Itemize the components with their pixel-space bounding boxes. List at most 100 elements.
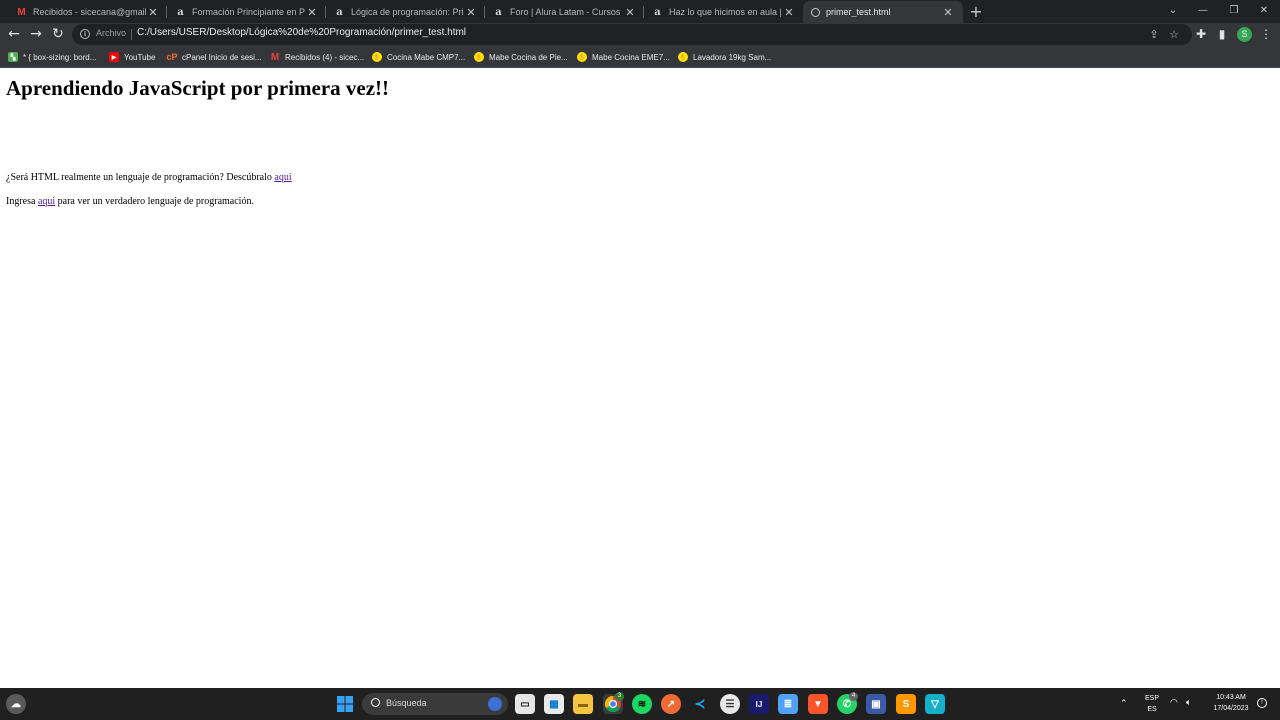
task-view-icon[interactable]: ▭ [515,694,535,714]
forward-icon[interactable]: → [26,25,46,44]
reload-icon[interactable]: ↻ [48,25,68,44]
chrome-badge: 3 [615,692,624,701]
bookmark-gmail[interactable]: M Recibidos (4) - sicec... [270,50,364,64]
page-title: Aprendiendo JavaScript por primera vez!! [6,76,390,100]
url-text[interactable]: C:/Users/USER/Desktop/Lógica%20de%20Prog… [137,27,466,38]
paragraph-text: Ingresa [6,196,38,207]
intellij-icon[interactable]: IJ [749,694,769,714]
tab-title: Recibidos - sicecana@gmail.com [33,7,146,17]
notifications-icon[interactable]: ! [1257,698,1267,708]
mercadolibre-icon: ✋ [474,52,484,62]
paragraph-text: para ver un verdadero lenguaje de progra… [55,196,254,207]
tab-logica[interactable]: a Lógica de programación: Primeros pasos… [326,1,486,23]
search-placeholder: Búsqueda [386,698,427,708]
spotify-icon[interactable]: ≋ [632,694,652,714]
store-icon[interactable]: ▦ [544,694,564,714]
whatsapp-badge: 4 [849,692,858,701]
taskbar-search[interactable]: Búsqueda [362,693,508,715]
bookmark-label: Mabe Cocina de Pie... [489,52,568,62]
browser-toolbar: ← → ↻ i Archivo C:/Users/USER/Desktop/Ló… [0,23,1280,46]
tab-formacion[interactable]: a Formación Principiante en Programación… [167,1,327,23]
page-content: Aprendiendo JavaScript por primera vez!!… [0,68,1280,688]
volume-icon[interactable]: 🔈︎ [1186,697,1191,708]
postman-icon[interactable]: ↗ [661,694,681,714]
vpn-icon[interactable]: ▽ [925,694,945,714]
vscode-icon[interactable]: ≺ [690,694,710,714]
bookmark-box-sizing[interactable]: ▚ * { box-sizing: bord... [8,50,96,64]
bookmark-label: Lavadora 19kg Sam... [693,52,772,62]
site-info-label[interactable]: Archivo [96,28,126,38]
address-divider [131,29,132,40]
close-icon[interactable]: ✕ [305,6,319,19]
alura-icon: a [495,6,502,18]
tab-title: Foro | Alura Latam - Cursos online [510,7,623,17]
star-icon[interactable]: ☆ [1166,27,1182,42]
bookmark-label: * { box-sizing: bord... [23,52,97,62]
tab-title: Haz lo que hicimos en aula | Lógica [669,7,782,17]
windows-start-icon[interactable] [335,694,355,714]
extensions-icon[interactable]: ✚ [1192,26,1210,43]
tab-search-icon[interactable]: ⌄ [1160,2,1186,20]
alura-icon: a [336,6,343,18]
taskbar: ☁ Búsqueda ▭ ▦ ▬ 3 ≋ ↗ ≺ ☰ IJ ≣ ▼ ✆ 4 ▣ … [0,688,1280,720]
tab-title: Lógica de programación: Primeros pasos [351,7,464,17]
profile-avatar[interactable]: S [1237,27,1252,42]
bookmark-youtube[interactable]: ▶ YouTube [109,50,155,64]
discover-link[interactable]: aqui [274,172,291,183]
side-panel-icon[interactable]: ▮ [1213,26,1231,43]
close-icon[interactable]: ✕ [146,6,160,19]
minimize-icon[interactable]: — [1190,2,1216,20]
close-icon[interactable]: ✕ [782,6,796,19]
bookmark-label: Mabe Cocina EME7... [592,52,670,62]
eclipse-icon[interactable]: ☰ [720,694,740,714]
new-tab-button[interactable]: + [967,3,985,21]
youtube-icon: ▶ [109,52,119,62]
bookmark-cpanel[interactable]: cP cPanel Inicio de sesi... [167,50,262,64]
wifi-icon[interactable]: ◠ [1170,697,1178,708]
bing-icon [488,697,502,711]
info-icon[interactable]: i [80,29,90,39]
clock-date[interactable]: 17/04/2023 [1207,705,1255,712]
tab-foro[interactable]: a Foro | Alura Latam - Cursos online ✕ [485,1,645,23]
bookmarks-bar: ▚ * { box-sizing: bord... ▶ YouTube cP c… [0,46,1280,68]
mercadolibre-icon: ✋ [372,52,382,62]
clock-time[interactable]: 10:43 AM [1207,694,1255,701]
file-explorer-icon[interactable]: ▬ [573,694,593,714]
close-icon[interactable]: ✕ [464,6,478,19]
tab-haz-lo[interactable]: a Haz lo que hicimos en aula | Lógica ✕ [644,1,804,23]
globe-icon [811,7,820,17]
language-sub-indicator[interactable]: ES [1143,706,1161,713]
back-icon[interactable]: ← [4,25,24,44]
bookmark-mabe-cocina-pie[interactable]: ✋ Mabe Cocina de Pie... [474,50,568,64]
brave-icon[interactable]: ▼ [808,694,828,714]
mercadolibre-icon: ✋ [678,52,688,62]
close-icon[interactable]: ✕ [623,6,637,19]
alura-icon: a [177,6,184,18]
close-icon[interactable]: ✕ [941,6,955,19]
share-icon[interactable]: ⇪ [1146,27,1162,42]
bookmark-mabe-cocina-eme[interactable]: ✋ Mabe Cocina EME7... [577,50,670,64]
weather-icon[interactable]: ☁ [6,694,26,714]
sublime-text-icon[interactable]: S [896,694,916,714]
tab-strip: M Recibidos - sicecana@gmail.com ✕ a For… [0,0,1280,23]
enter-link[interactable]: aqui [38,196,55,207]
paragraph-text: ¿Será HTML realmente un lenguaje de prog… [6,172,275,183]
restore-icon[interactable]: ❐ [1221,2,1247,20]
notepad-icon[interactable]: ≣ [778,694,798,714]
bookmark-label: cPanel Inicio de sesi... [182,52,262,62]
tab-primer-test[interactable]: primer_test.html ✕ [803,1,963,23]
address-bar[interactable]: i Archivo C:/Users/USER/Desktop/Lógica%2… [72,24,1192,45]
mercadolibre-icon: ✋ [577,52,587,62]
bookmark-lavadora[interactable]: ✋ Lavadora 19kg Sam... [678,50,771,64]
language-indicator[interactable]: ESP [1143,695,1161,702]
paragraph-html: ¿Será HTML realmente un lenguaje de prog… [6,172,292,183]
bookmark-flag-icon: ▚ [8,52,18,62]
bookmark-label: Cocina Mabe CMP7... [387,52,466,62]
bookmark-label: Recibidos (4) - sicec... [285,52,365,62]
show-hidden-icons-icon[interactable]: ⌃ [1120,698,1128,709]
remote-desktop-icon[interactable]: ▣ [866,694,886,714]
window-close-icon[interactable]: ✕ [1251,2,1277,20]
menu-icon[interactable]: ⋮ [1257,26,1275,43]
tab-gmail[interactable]: M Recibidos - sicecana@gmail.com ✕ [8,1,168,23]
bookmark-cocina-mabe[interactable]: ✋ Cocina Mabe CMP7... [372,50,465,64]
